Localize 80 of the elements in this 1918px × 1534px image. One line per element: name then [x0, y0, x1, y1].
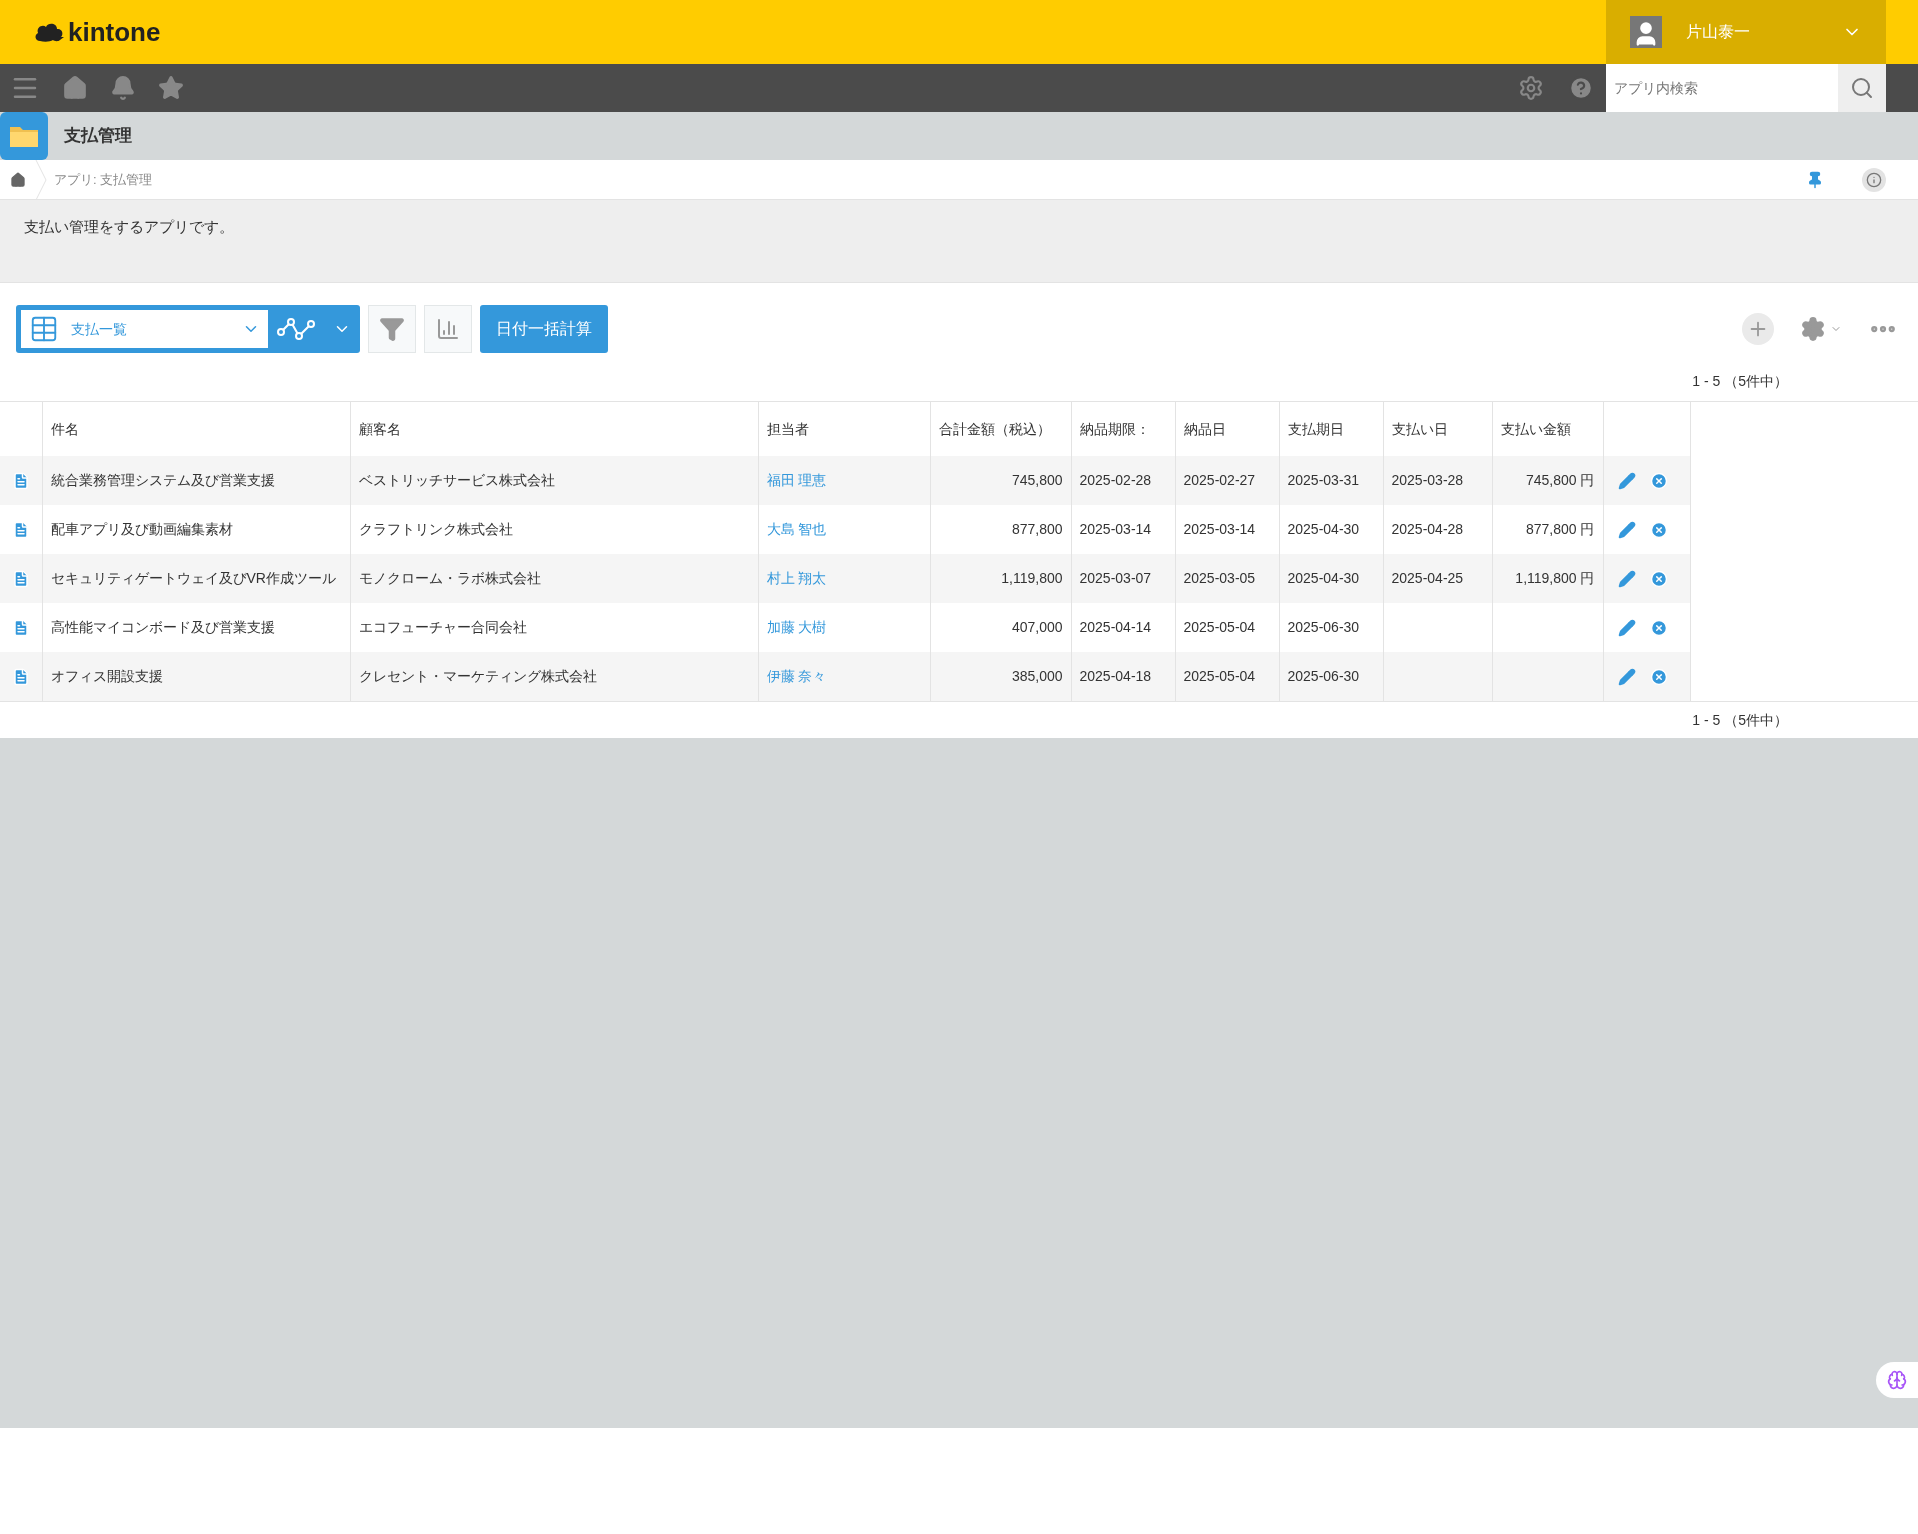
- table-cell: 877,800: [1011, 521, 1063, 537]
- edit-icon[interactable]: [1617, 471, 1636, 490]
- table-cell: 2025-03-28: [1391, 472, 1464, 488]
- table-cell: セキュリティゲートウェイ及びVR作成ツール: [50, 570, 336, 586]
- table-cell: 2025-03-07: [1079, 570, 1152, 586]
- bar-chart-icon: [436, 317, 460, 341]
- table-cell: 配車アプリ及び動画編集素材: [50, 521, 233, 537]
- delete-icon[interactable]: [1649, 471, 1668, 490]
- app-description: 支払い管理をするアプリです。: [24, 217, 235, 237]
- filter-icon: [379, 316, 405, 342]
- pagination-text: 1 - 5 （5件中）: [1692, 710, 1788, 730]
- table-cell: 1,119,800 円: [1515, 570, 1595, 586]
- table-cell: 2025-04-28: [1391, 521, 1464, 537]
- table-cell: オフィス開設支援: [50, 668, 163, 684]
- settings-icon[interactable]: [1518, 75, 1544, 101]
- record-detail-icon[interactable]: [11, 668, 30, 687]
- filter-button[interactable]: [368, 305, 416, 353]
- table-cell: 2025-02-28: [1079, 472, 1152, 488]
- breadcrumb-link[interactable]: アプリ: 支払管理: [54, 169, 153, 190]
- table-cell: 2025-06-30: [1287, 619, 1360, 635]
- table-cell: 2025-03-31: [1287, 472, 1360, 488]
- table-cell: 745,800 円: [1526, 472, 1595, 488]
- folder-app-icon: [0, 112, 48, 160]
- edit-icon[interactable]: [1617, 667, 1636, 686]
- table-cell: 2025-03-14: [1079, 521, 1152, 537]
- edit-icon[interactable]: [1617, 618, 1636, 637]
- table-cell: 2025-04-30: [1287, 570, 1360, 586]
- table-cell: 385,000: [1011, 668, 1063, 684]
- kintone-logo: kintone: [68, 19, 161, 45]
- delete-icon[interactable]: [1649, 520, 1668, 539]
- record-detail-icon[interactable]: [11, 570, 30, 589]
- table-cell: 2025-04-18: [1079, 668, 1152, 684]
- delete-icon[interactable]: [1649, 618, 1668, 637]
- table-cell: 統合業務管理システム及び営業支援: [50, 472, 275, 488]
- pin-icon[interactable]: [1806, 170, 1824, 189]
- home-icon[interactable]: [10, 171, 26, 188]
- info-glyph-icon: [1866, 171, 1882, 188]
- search-icon: [1850, 76, 1874, 100]
- info-icon[interactable]: [1862, 167, 1886, 192]
- app-title: 支払管理: [64, 125, 132, 148]
- cloud-logo-icon: [34, 21, 64, 43]
- edit-icon[interactable]: [1617, 569, 1636, 588]
- table-cell: 2025-03-05: [1183, 570, 1256, 586]
- search-field[interactable]: アプリ内検索: [1606, 64, 1838, 112]
- pagination-text: 1 - 5 （5件中）: [1692, 371, 1788, 391]
- ai-assistant-button[interactable]: [1876, 1362, 1918, 1398]
- table-cell: 2025-05-04: [1183, 668, 1256, 684]
- star-icon[interactable]: [158, 75, 184, 101]
- table-icon: [29, 314, 59, 344]
- delete-icon[interactable]: [1649, 569, 1668, 588]
- table-cell: 2025-02-27: [1183, 472, 1256, 488]
- table-cell: 高性能マイコンボード及び営業支援: [50, 619, 275, 635]
- table-cell: 407,000: [1011, 619, 1063, 635]
- table-cell: ベストリッチサービス株式会社: [358, 472, 555, 488]
- table-cell: 2025-04-14: [1079, 619, 1152, 635]
- line-graph-icon: [277, 316, 317, 342]
- table-cell: 2025-05-04: [1183, 619, 1256, 635]
- table-cell: 1,119,800: [1001, 570, 1063, 586]
- help-icon[interactable]: [1568, 75, 1594, 101]
- table-cell: 877,800 円: [1526, 521, 1595, 537]
- table-cell: 2025-06-30: [1287, 668, 1360, 684]
- bell-icon[interactable]: [110, 75, 136, 101]
- table-cell: 745,800: [1011, 472, 1063, 488]
- delete-icon[interactable]: [1649, 667, 1668, 686]
- home-icon[interactable]: [62, 75, 88, 101]
- brain-icon: [1887, 1370, 1907, 1390]
- edit-icon[interactable]: [1617, 520, 1636, 539]
- chart-button[interactable]: [424, 305, 472, 353]
- add-record-button[interactable]: [1742, 313, 1774, 345]
- user-name: 片山泰一: [1686, 22, 1751, 42]
- table-cell: 2025-03-14: [1183, 521, 1256, 537]
- table-cell: エコフューチャー合同会社: [358, 619, 527, 635]
- table-cell: 2025-04-25: [1391, 570, 1464, 586]
- table-cell: 2025-04-30: [1287, 521, 1360, 537]
- table-cell: クレセント・マーケティング株式会社: [358, 668, 597, 684]
- table-cell: クラフトリンク株式会社: [358, 521, 513, 537]
- record-detail-icon[interactable]: [11, 472, 30, 491]
- settings-menu-button[interactable]: [1800, 316, 1842, 342]
- table-cell: モノクローム・ラボ株式会社: [358, 570, 541, 586]
- search-button[interactable]: [1838, 64, 1886, 112]
